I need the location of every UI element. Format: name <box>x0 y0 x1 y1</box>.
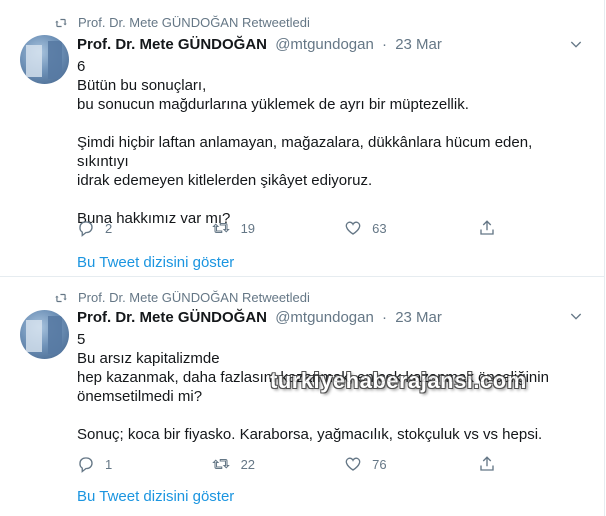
tweet-line-blank <box>77 406 587 425</box>
separator: · <box>382 36 388 53</box>
tweet-line: Bütün bu sonuçları, <box>77 77 207 94</box>
share-button[interactable] <box>478 455 517 473</box>
reply-count: 2 <box>105 220 113 236</box>
tweet-actions: 2 19 63 <box>77 219 517 237</box>
tweet-2[interactable]: Prof. Dr. Mete GÜNDOĞAN Retweetledi Prof… <box>0 277 605 516</box>
show-thread-link[interactable]: Bu Tweet dizisini göster <box>77 254 234 271</box>
tweet-1[interactable]: Prof. Dr. Mete GÜNDOĞAN Retweetledi Prof… <box>0 0 605 277</box>
tweet-line: 5 <box>77 331 86 348</box>
like-button[interactable]: 76 <box>344 455 478 473</box>
tweet-line: idrak edemeyen kitlelerden şikâyet ediyo… <box>77 172 373 189</box>
tweet-date[interactable]: 23 Mar <box>395 309 442 326</box>
retweet-context: Prof. Dr. Mete GÜNDOĞAN Retweetledi <box>54 15 310 30</box>
like-icon <box>345 457 361 471</box>
tweet-line: Bu arsız kapitalizmde <box>77 350 220 367</box>
retweet-count: 22 <box>240 456 256 472</box>
reply-count: 1 <box>105 456 113 472</box>
tweet-line: 6 <box>77 58 86 75</box>
reply-icon <box>79 457 93 473</box>
author-handle[interactable]: @mtgundogan <box>275 309 374 326</box>
show-thread-link[interactable]: Bu Tweet dizisini göster <box>77 488 234 505</box>
author-name[interactable]: Prof. Dr. Mete GÜNDOĞAN <box>77 309 267 326</box>
tweet-line: Şimdi hiçbir laftan anlamayan, mağazalar… <box>77 134 533 170</box>
retweet-button[interactable]: 22 <box>211 455 345 473</box>
retweet-context: Prof. Dr. Mete GÜNDOĞAN Retweetledi <box>54 290 310 305</box>
tweet-date[interactable]: 23 Mar <box>395 36 442 53</box>
tweet-line: Sonuç; koca bir fiyasko. Karaborsa, yağm… <box>77 426 543 443</box>
tweet-line: bu sonucun mağdurlarına yüklemek de ayrı… <box>77 96 469 113</box>
tweet-header: Prof. Dr. Mete GÜNDOĞAN @mtgundogan · 23… <box>77 36 442 53</box>
retweet-button[interactable]: 19 <box>211 219 345 237</box>
separator: · <box>382 309 388 326</box>
like-count: 63 <box>372 220 387 236</box>
chevron-down-icon[interactable] <box>568 308 584 324</box>
reply-icon <box>79 221 93 237</box>
retweet-label: Prof. Dr. Mete GÜNDOĞAN Retweetledi <box>78 15 310 30</box>
like-icon <box>345 221 361 235</box>
retweet-icon <box>211 222 230 234</box>
tweet-header: Prof. Dr. Mete GÜNDOĞAN @mtgundogan · 23… <box>77 309 442 326</box>
like-count: 76 <box>372 456 387 472</box>
share-icon <box>480 456 494 471</box>
tweet-actions: 1 22 76 <box>77 455 517 473</box>
tweet-text: 6 Bütün bu sonuçları, bu sonucun mağdurl… <box>77 57 587 228</box>
retweet-count: 19 <box>240 220 256 236</box>
retweet-label: Prof. Dr. Mete GÜNDOĞAN Retweetledi <box>78 290 310 305</box>
retweet-icon <box>55 18 67 27</box>
tweet-line-blank <box>77 190 587 209</box>
retweet-icon <box>211 458 230 470</box>
author-name[interactable]: Prof. Dr. Mete GÜNDOĞAN <box>77 36 267 53</box>
tweet-line-blank <box>77 114 587 133</box>
retweet-icon <box>55 293 67 302</box>
reply-button[interactable]: 2 <box>77 219 211 237</box>
avatar[interactable] <box>20 310 69 359</box>
share-button[interactable] <box>478 219 517 237</box>
share-icon <box>480 220 494 235</box>
author-handle[interactable]: @mtgundogan <box>275 36 374 53</box>
avatar[interactable] <box>20 35 69 84</box>
like-button[interactable]: 63 <box>344 219 478 237</box>
chevron-down-icon[interactable] <box>568 36 584 52</box>
reply-button[interactable]: 1 <box>77 455 211 473</box>
watermark-text: turkiyehaberajansi.com <box>270 368 527 393</box>
